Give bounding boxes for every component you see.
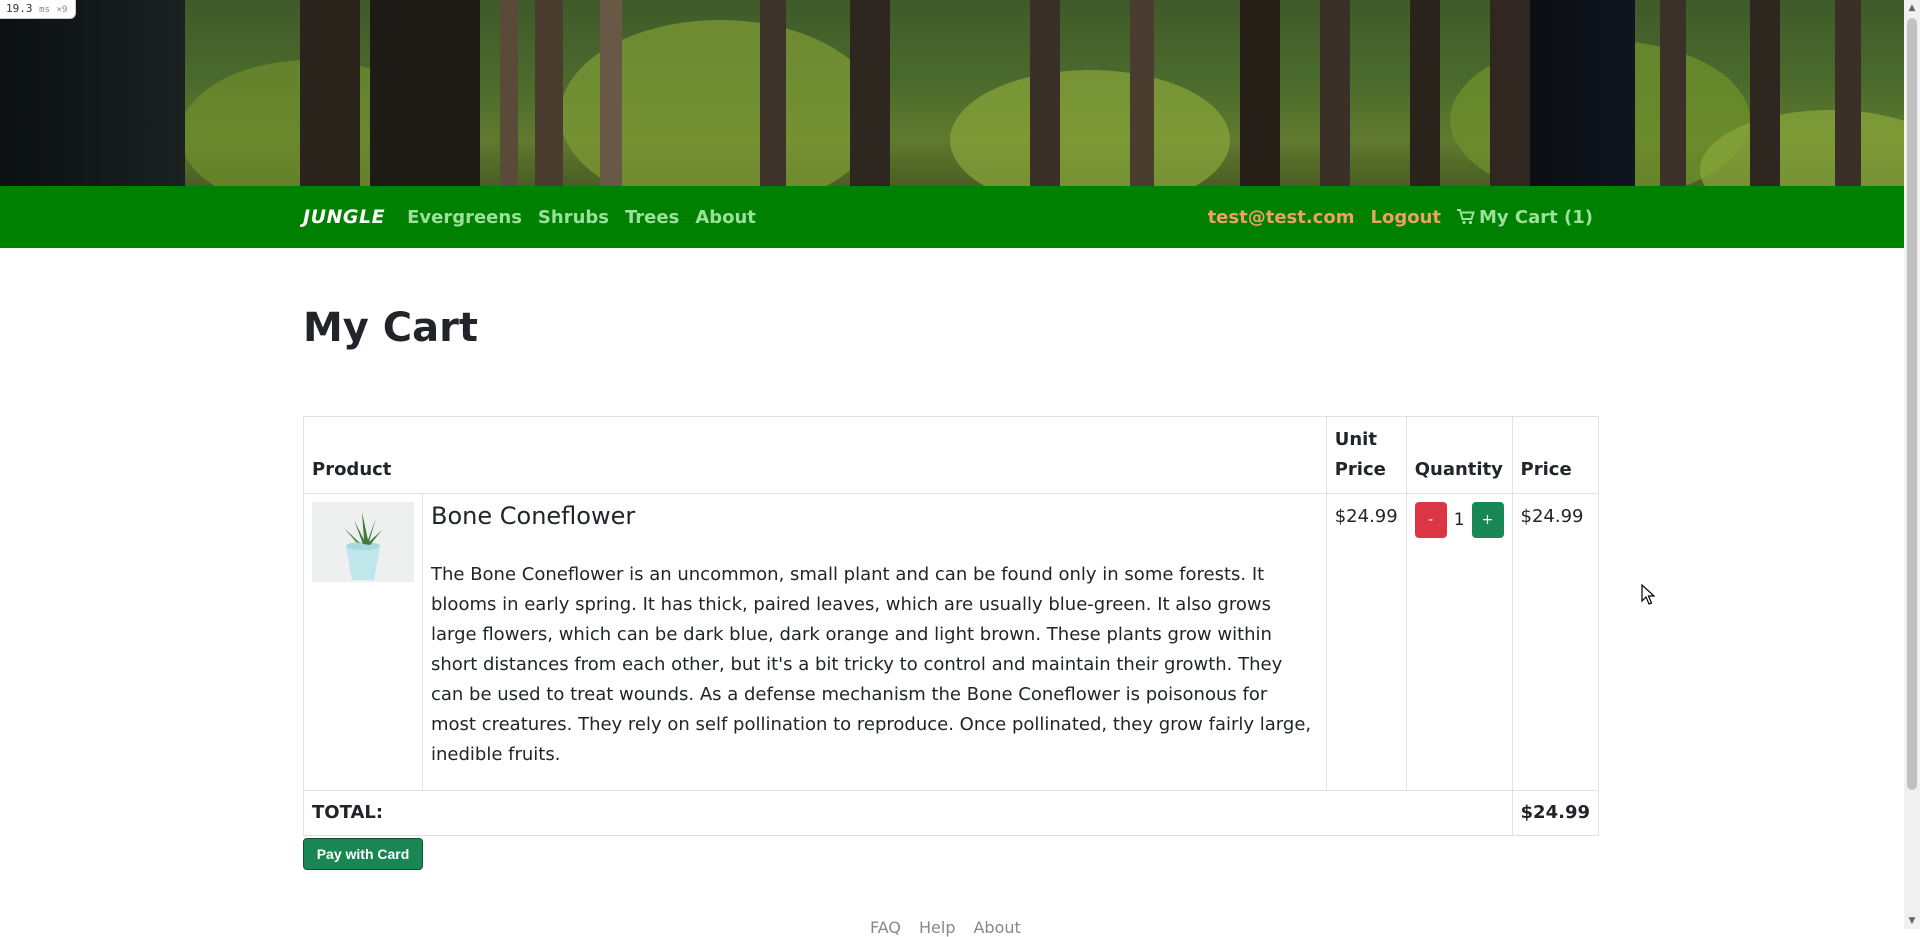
decrease-quantity-button[interactable]: - <box>1414 502 1447 538</box>
total-label: TOTAL: <box>303 790 1513 836</box>
nav-link-shrubs[interactable]: Shrubs <box>538 207 609 228</box>
scroll-up-icon[interactable]: ▲ <box>1904 0 1920 16</box>
brand-logo[interactable]: JUNGLE <box>303 206 385 228</box>
page-title: My Cart <box>303 305 478 351</box>
nav-link-evergreens[interactable]: Evergreens <box>407 207 522 228</box>
footer-link-faq[interactable]: FAQ <box>870 918 901 937</box>
scrollbar-thumb[interactable] <box>1907 18 1917 790</box>
unit-price-cell: $24.99 <box>1325 493 1407 791</box>
nav-link-trees[interactable]: Trees <box>625 207 679 228</box>
quantity-value: 1 <box>1453 510 1465 530</box>
cart-icon <box>1457 209 1475 225</box>
header-product: Product <box>303 416 1327 494</box>
table-row: Bone Coneflower The Bone Coneflower is a… <box>303 493 1600 791</box>
pay-with-card-button[interactable]: Pay with Card <box>303 838 423 870</box>
my-cart-link[interactable]: My Cart (1) <box>1457 207 1593 228</box>
potted-plant-icon <box>312 502 414 582</box>
nav-link-about[interactable]: About <box>695 207 756 228</box>
product-thumbnail[interactable] <box>312 502 414 582</box>
quantity-stepper: - 1 + <box>1414 502 1504 538</box>
navbar: JUNGLE Evergreens Shrubs Trees About tes… <box>0 186 1904 248</box>
product-name[interactable]: Bone Coneflower <box>431 502 1318 530</box>
vertical-scrollbar[interactable]: ▲ ▼ <box>1904 0 1920 929</box>
footer-link-about[interactable]: About <box>973 918 1020 937</box>
product-description: The Bone Coneflower is an uncommon, smal… <box>431 564 1312 765</box>
cart-table: Product Unit Price Quantity Price Bone C… <box>303 416 1600 836</box>
footer-links: FAQ Help About <box>870 918 1021 937</box>
mouse-cursor-icon <box>1641 584 1655 605</box>
logout-link[interactable]: Logout <box>1370 207 1441 228</box>
my-cart-label: My Cart (1) <box>1479 206 1593 228</box>
price-cell: $24.99 <box>1511 493 1600 791</box>
scroll-down-icon[interactable]: ▼ <box>1904 913 1920 929</box>
user-email-link[interactable]: test@test.com <box>1208 207 1355 228</box>
increase-quantity-button[interactable]: + <box>1471 502 1504 538</box>
header-unit-price: Unit Price <box>1325 416 1407 494</box>
header-price: Price <box>1511 416 1600 494</box>
header-quantity: Quantity <box>1405 416 1513 494</box>
hero-banner-image <box>0 0 1904 186</box>
performance-badge: 19.3 ms ×9 <box>0 0 77 19</box>
total-value: $24.99 <box>1511 790 1600 836</box>
footer-link-help[interactable]: Help <box>919 918 955 937</box>
